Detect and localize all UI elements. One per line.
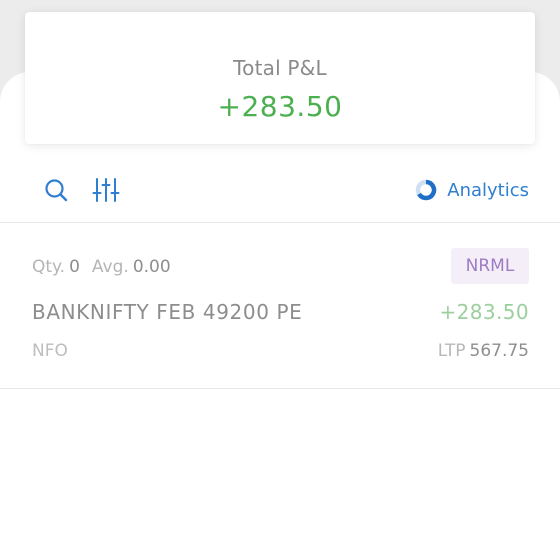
row-divider (0, 388, 560, 389)
avg-value: 0.00 (132, 257, 171, 277)
position-row[interactable]: Qty. 0 Avg. 0.00 NRML BANKNIFTY FEB 49200 P… (0, 223, 560, 388)
search-button[interactable] (42, 176, 70, 204)
total-pnl-value: +283.50 (217, 90, 343, 123)
analytics-ring-icon (416, 179, 437, 201)
qty-value: 0 (69, 257, 80, 277)
ltp-field: LTP 567.75 (438, 341, 529, 361)
total-pnl-card: Total P&L +283.50 (25, 12, 535, 144)
analytics-button[interactable]: Analytics (415, 176, 529, 204)
position-symbol: BANKNIFTY FEB 49200 PE (32, 300, 303, 324)
positions-toolbar: Analytics (0, 168, 560, 212)
exchange-label: NFO (32, 341, 68, 361)
avg-label: Avg. (91, 257, 129, 277)
filter-button[interactable] (92, 176, 120, 204)
position-meta: Qty. 0 Avg. 0.00 (32, 257, 171, 277)
sliders-icon (92, 178, 120, 202)
total-pnl-label: Total P&L (233, 56, 327, 80)
ltp-label: LTP (437, 341, 466, 361)
product-badge: NRML (451, 248, 529, 284)
ltp-value: 567.75 (469, 341, 529, 361)
search-icon (45, 179, 68, 202)
analytics-label: Analytics (447, 179, 529, 201)
position-pnl: +283.50 (439, 300, 529, 324)
qty-label: Qty. (32, 257, 66, 277)
